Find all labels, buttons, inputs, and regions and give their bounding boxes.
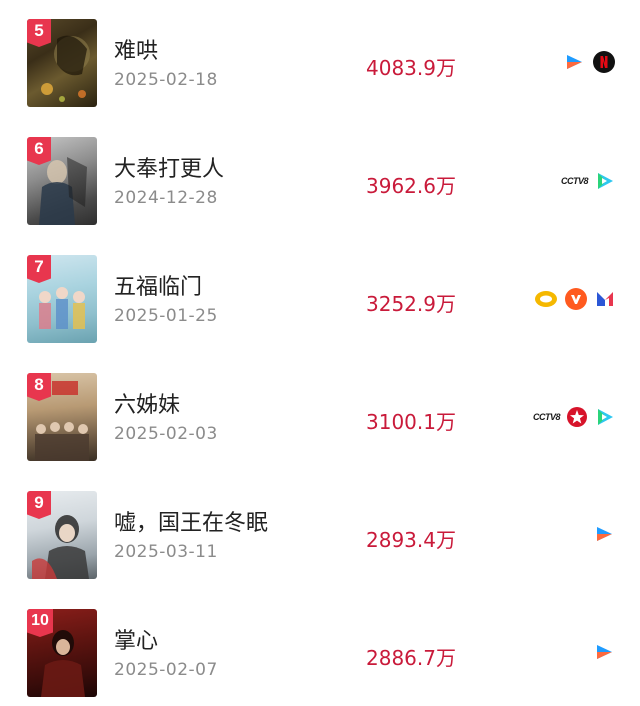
view-count: 3962.6万 xyxy=(366,174,456,198)
rank-badge: 5 xyxy=(27,19,51,47)
platform-icons xyxy=(534,287,616,311)
platform-icons: CCTV8 xyxy=(533,406,616,428)
drama-title[interactable]: 难哄 xyxy=(114,33,158,65)
view-count: 2886.7万 xyxy=(366,646,456,670)
view-count: 3252.9万 xyxy=(366,292,456,316)
list-item[interactable]: 5 难哄 2025-02-18 4083.9万 xyxy=(0,0,640,118)
platform-icons: CCTV8 xyxy=(561,170,616,192)
list-item[interactable]: 6 大奉打更人 2024-12-28 3962.6万 CCTV8 xyxy=(0,118,640,236)
list-item[interactable]: 7 五福临门 2025-01-25 3252.9万 xyxy=(0,236,640,354)
drama-title[interactable]: 大奉打更人 xyxy=(114,151,224,183)
release-date: 2025-01-25 xyxy=(114,306,218,326)
drama-title[interactable]: 掌心 xyxy=(114,623,158,655)
platform-icons xyxy=(594,523,616,545)
rank-badge: 8 xyxy=(27,373,51,401)
poster-image[interactable]: 9 xyxy=(27,491,97,579)
rank-badge: 6 xyxy=(27,137,51,165)
rank-badge: 9 xyxy=(27,491,51,519)
list-item[interactable]: 8 六姊妹 2025-02-03 3100.1万 CCTV8 xyxy=(0,354,640,472)
view-count: 4083.9万 xyxy=(366,56,456,80)
mgtv-icon[interactable] xyxy=(594,288,616,310)
drama-title[interactable]: 五福临门 xyxy=(114,269,202,301)
hunan-tv-icon[interactable] xyxy=(534,289,558,309)
cctv-icon[interactable]: CCTV8 xyxy=(561,176,589,186)
youku-icon[interactable] xyxy=(594,641,616,663)
youku-icon[interactable] xyxy=(594,523,616,545)
dragon-tv-icon[interactable] xyxy=(566,406,588,428)
youku-icon[interactable] xyxy=(564,51,586,73)
cctv-icon[interactable]: CCTV8 xyxy=(533,412,561,422)
tencent-video-icon[interactable] xyxy=(594,406,616,428)
poster-image[interactable]: 7 xyxy=(27,255,97,343)
list-item[interactable]: 9 嘘，国王在冬眠 2025-03-11 2893.4万 xyxy=(0,472,640,590)
rank-badge: 7 xyxy=(27,255,51,283)
poster-image[interactable]: 10 xyxy=(27,609,97,697)
poster-image[interactable]: 6 xyxy=(27,137,97,225)
mango-tv-icon[interactable] xyxy=(564,287,588,311)
platform-icons xyxy=(594,641,616,663)
platform-icons xyxy=(564,50,616,74)
rank-badge: 10 xyxy=(27,609,53,637)
poster-image[interactable]: 8 xyxy=(27,373,97,461)
release-date: 2024-12-28 xyxy=(114,188,218,208)
release-date: 2025-02-07 xyxy=(114,660,218,680)
view-count: 2893.4万 xyxy=(366,528,456,552)
list-item[interactable]: 10 掌心 2025-02-07 2886.7万 xyxy=(0,590,640,706)
netflix-icon[interactable] xyxy=(592,50,616,74)
poster-image[interactable]: 5 xyxy=(27,19,97,107)
drama-title[interactable]: 嘘，国王在冬眠 xyxy=(114,505,268,537)
release-date: 2025-03-11 xyxy=(114,542,218,562)
view-count: 3100.1万 xyxy=(366,410,456,434)
release-date: 2025-02-18 xyxy=(114,70,218,90)
ranking-list: 5 难哄 2025-02-18 4083.9万 6 大奉打更人 2024-12-… xyxy=(0,0,640,706)
tencent-video-icon[interactable] xyxy=(594,170,616,192)
release-date: 2025-02-03 xyxy=(114,424,218,444)
drama-title[interactable]: 六姊妹 xyxy=(114,387,180,419)
